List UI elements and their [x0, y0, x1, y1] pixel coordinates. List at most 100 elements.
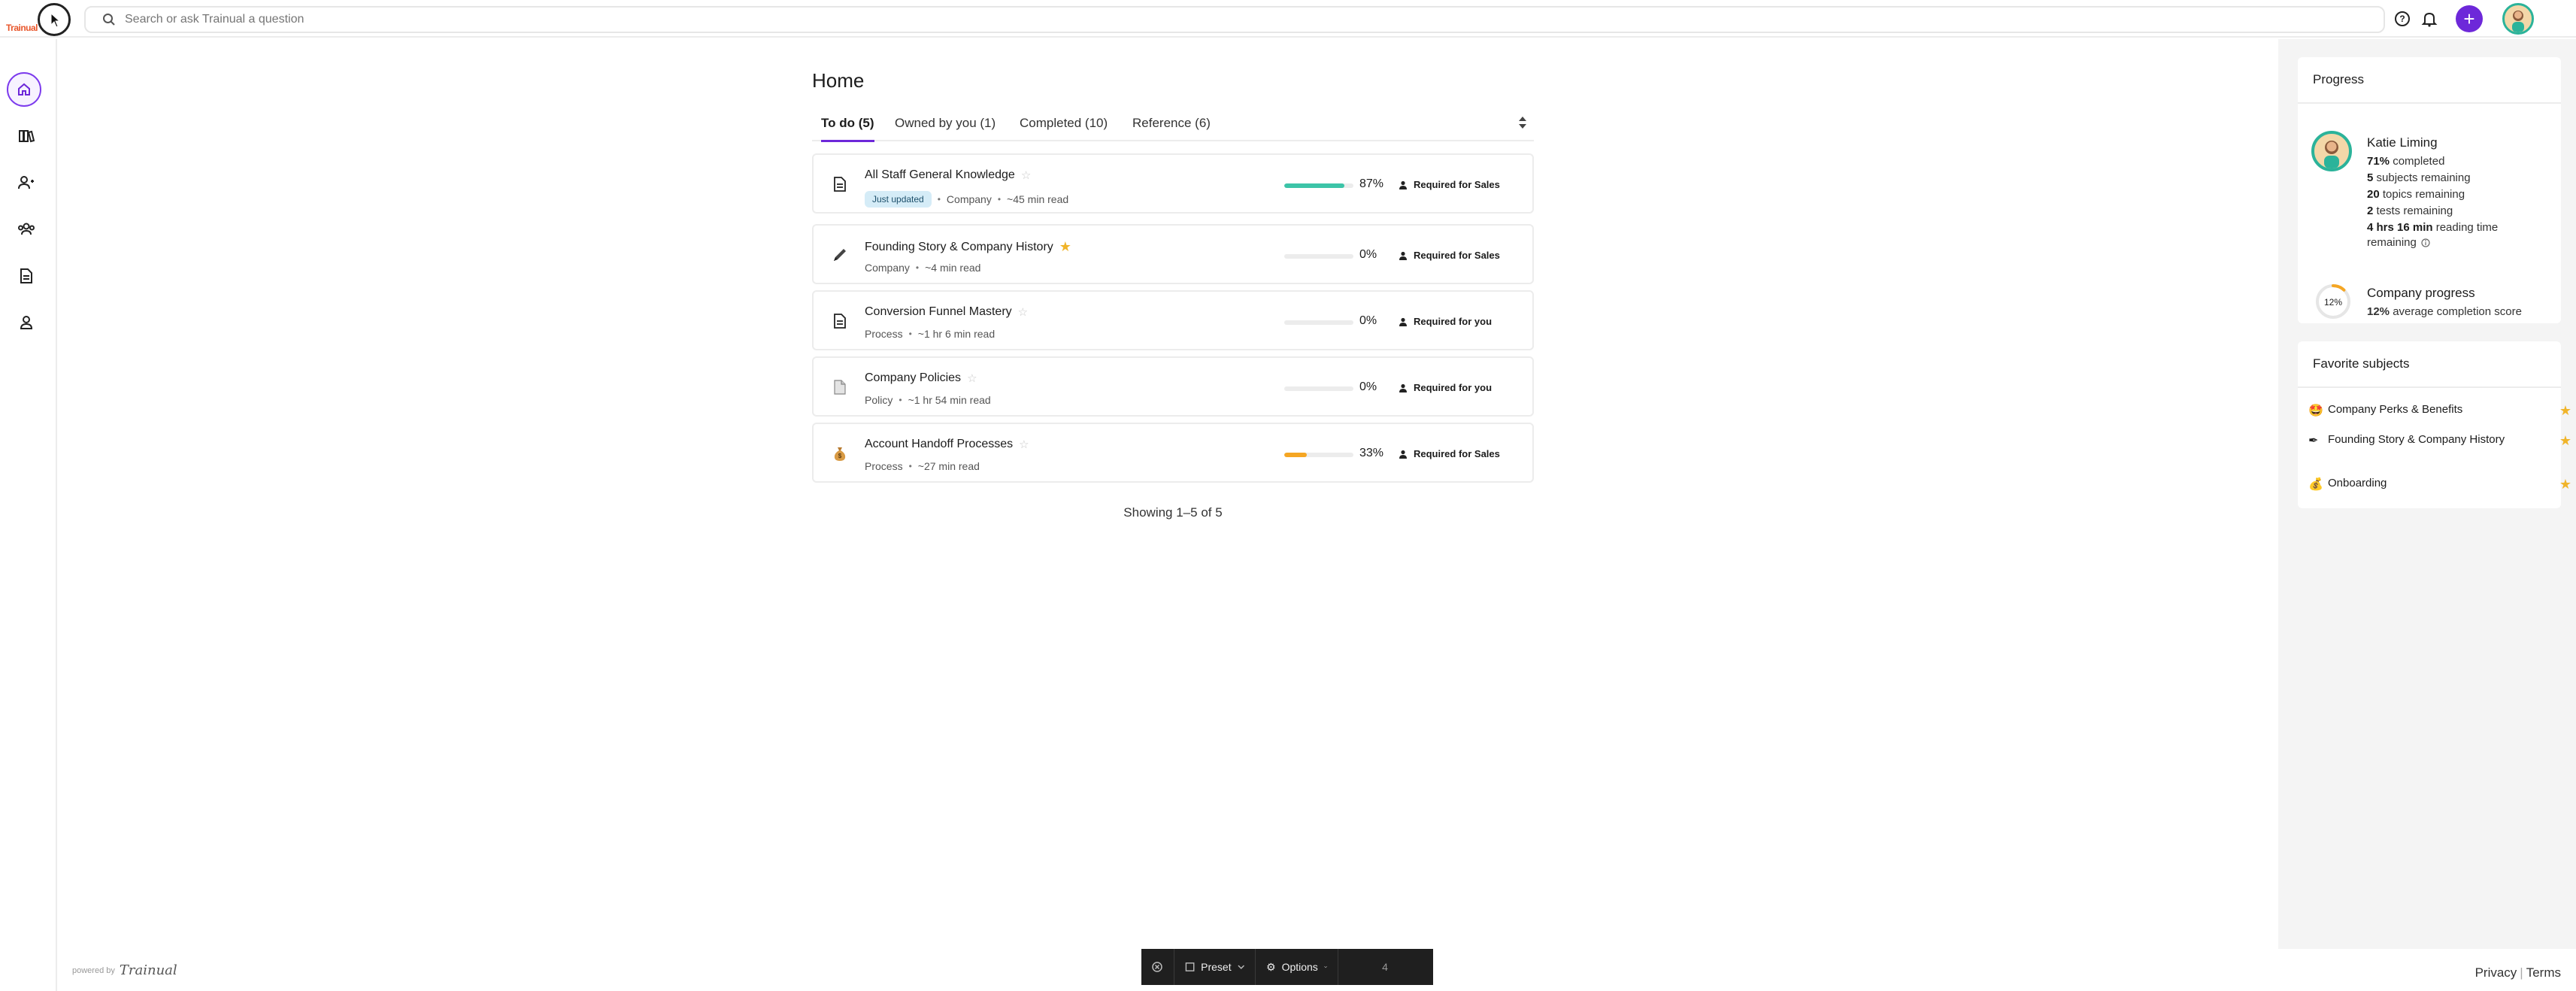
- page-icon: [830, 377, 850, 397]
- company-progress-ring: 12%: [2314, 283, 2352, 324]
- progress-bar-fill: [1284, 453, 1308, 457]
- subject-type: Company: [865, 262, 910, 274]
- user-avatar[interactable]: [2502, 3, 2534, 35]
- favorite-item[interactable]: 💰 Onboarding ★: [2308, 477, 2571, 492]
- powered-by-label: powered by: [72, 965, 115, 975]
- person-icon: [1399, 450, 1407, 459]
- info-icon[interactable]: [2421, 238, 2430, 247]
- person-icon: [20, 316, 33, 329]
- required-for: Required for you: [1399, 382, 1492, 393]
- separator-dot: •: [915, 262, 920, 273]
- favorite-label: Founding Story & Company History: [2328, 433, 2505, 446]
- nav-people[interactable]: [8, 165, 45, 200]
- progress-bar: [1284, 453, 1353, 457]
- tab-reference[interactable]: Reference (6): [1132, 116, 1211, 140]
- subject-title[interactable]: Conversion Funnel Mastery ☆: [865, 305, 1028, 319]
- star-icon[interactable]: ☆: [967, 371, 977, 385]
- group-icon: [18, 223, 35, 235]
- stat-completed: 71% completed: [2367, 155, 2445, 168]
- person-icon: [1399, 317, 1407, 326]
- stat-tests: 2 tests remaining: [2367, 205, 2453, 217]
- stat-reading-time: 4 hrs 16 min reading time: [2367, 221, 2499, 234]
- bell-icon[interactable]: [2420, 9, 2439, 29]
- help-icon[interactable]: ?: [2393, 9, 2412, 29]
- pagination-summary: Showing 1–5 of 5: [1123, 505, 1223, 520]
- star-struck-icon: 🤩: [2308, 405, 2323, 417]
- subject-card[interactable]: Conversion Funnel Mastery ☆ Process • ~1 hr …: [812, 290, 1534, 350]
- tab-to-do[interactable]: To do (5): [821, 116, 874, 142]
- nav-groups[interactable]: [8, 212, 45, 247]
- sort-icon[interactable]: [1517, 116, 1528, 133]
- read-time: ~4 min read: [925, 262, 981, 274]
- document-icon: [20, 268, 32, 283]
- stat-subjects: 5 subjects remaining: [2367, 171, 2471, 184]
- nav-content[interactable]: [8, 119, 45, 153]
- nav-profile[interactable]: [8, 305, 45, 340]
- subject-type: Process: [865, 328, 903, 340]
- subject-meta: Policy • ~1 hr 54 min read: [865, 394, 991, 406]
- subject-title[interactable]: Account Handoff Processes ☆: [865, 438, 1029, 451]
- progress-bar-fill: [1284, 183, 1345, 188]
- terms-link[interactable]: Terms: [2526, 965, 2561, 980]
- progress-percent: 0%: [1359, 380, 1377, 393]
- read-time: ~1 hr 54 min read: [908, 394, 991, 406]
- progress-bar: [1284, 320, 1353, 325]
- recording-toolbar: Preset ⚙ Options 4: [1141, 949, 1433, 985]
- required-for: Required for Sales: [1399, 250, 1500, 261]
- subject-title[interactable]: All Staff General Knowledge ☆: [865, 168, 1031, 182]
- divider: [2298, 102, 2561, 104]
- create-button[interactable]: +: [2456, 5, 2483, 32]
- top-bar: Trainual ? +: [0, 0, 2576, 38]
- required-for: Required for Sales: [1399, 179, 1500, 190]
- favorite-item[interactable]: ✒ Founding Story & Company History ★: [2308, 433, 2571, 448]
- nav-home[interactable]: [7, 72, 41, 107]
- powered-by-brand[interactable]: Trainual: [120, 962, 177, 978]
- trainual-logo[interactable]: Trainual: [6, 23, 38, 33]
- subject-meta: Just updated • Company • ~45 min read: [865, 191, 1068, 208]
- privacy-link[interactable]: Privacy: [2475, 965, 2517, 980]
- nav-documents[interactable]: [8, 259, 45, 293]
- star-icon[interactable]: ★: [2559, 477, 2571, 492]
- star-icon[interactable]: ★: [2559, 403, 2571, 419]
- toolbar-close[interactable]: [1141, 949, 1174, 985]
- progress-percent: 0%: [1359, 314, 1377, 327]
- favorite-label: Onboarding: [2328, 477, 2387, 489]
- subject-card[interactable]: Founding Story & Company History ★ Company…: [812, 224, 1534, 284]
- read-time: ~45 min read: [1007, 193, 1069, 205]
- star-icon[interactable]: ★: [2559, 433, 2571, 449]
- star-icon[interactable]: ★: [1059, 239, 1071, 255]
- favorite-label: Company Perks & Benefits: [2328, 403, 2463, 416]
- left-sidebar: [0, 39, 57, 991]
- progress-title: Progress: [2313, 72, 2365, 86]
- star-icon[interactable]: ☆: [1018, 305, 1028, 319]
- money-bag-icon: 💰: [2308, 478, 2323, 491]
- subject-type: Company: [946, 193, 992, 205]
- gear-icon: ⚙: [1266, 960, 1276, 973]
- tab-owned-by-you[interactable]: Owned by you (1): [895, 116, 996, 140]
- options-label: Options: [1281, 961, 1318, 973]
- subject-title[interactable]: Company Policies ☆: [865, 371, 977, 385]
- tab-completed[interactable]: Completed (10): [1020, 116, 1108, 140]
- svg-text:?: ?: [2399, 14, 2405, 24]
- toolbar-options[interactable]: ⚙ Options: [1256, 949, 1338, 985]
- search-input[interactable]: [125, 13, 2305, 26]
- pencil-icon: [830, 245, 850, 265]
- chevron-down-icon: [1324, 965, 1327, 968]
- toolbar-preset[interactable]: Preset: [1174, 949, 1256, 985]
- star-icon[interactable]: ☆: [1021, 168, 1031, 182]
- subject-card[interactable]: All Staff General Knowledge ☆ Just updated…: [812, 153, 1534, 214]
- subject-meta: Process • ~27 min read: [865, 460, 980, 472]
- cursor-indicator: [38, 3, 71, 36]
- read-time: ~27 min read: [917, 460, 980, 472]
- subject-card[interactable]: Company Policies ☆ Policy • ~1 hr 54 min rea…: [812, 356, 1534, 417]
- favorite-item[interactable]: 🤩 Company Perks & Benefits ★: [2308, 403, 2571, 418]
- company-progress-ring-label: 12%: [2324, 297, 2342, 308]
- progress-bar: [1284, 183, 1353, 188]
- star-icon[interactable]: ☆: [1019, 438, 1029, 451]
- books-icon: [19, 130, 35, 143]
- search-bar[interactable]: [84, 6, 2385, 33]
- subject-meta: Process • ~1 hr 6 min read: [865, 328, 995, 340]
- user-plus-icon: [18, 176, 34, 189]
- subject-title[interactable]: Founding Story & Company History ★: [865, 239, 1071, 255]
- subject-card[interactable]: $ Account Handoff Processes ☆ Process • ~27 m…: [812, 423, 1534, 483]
